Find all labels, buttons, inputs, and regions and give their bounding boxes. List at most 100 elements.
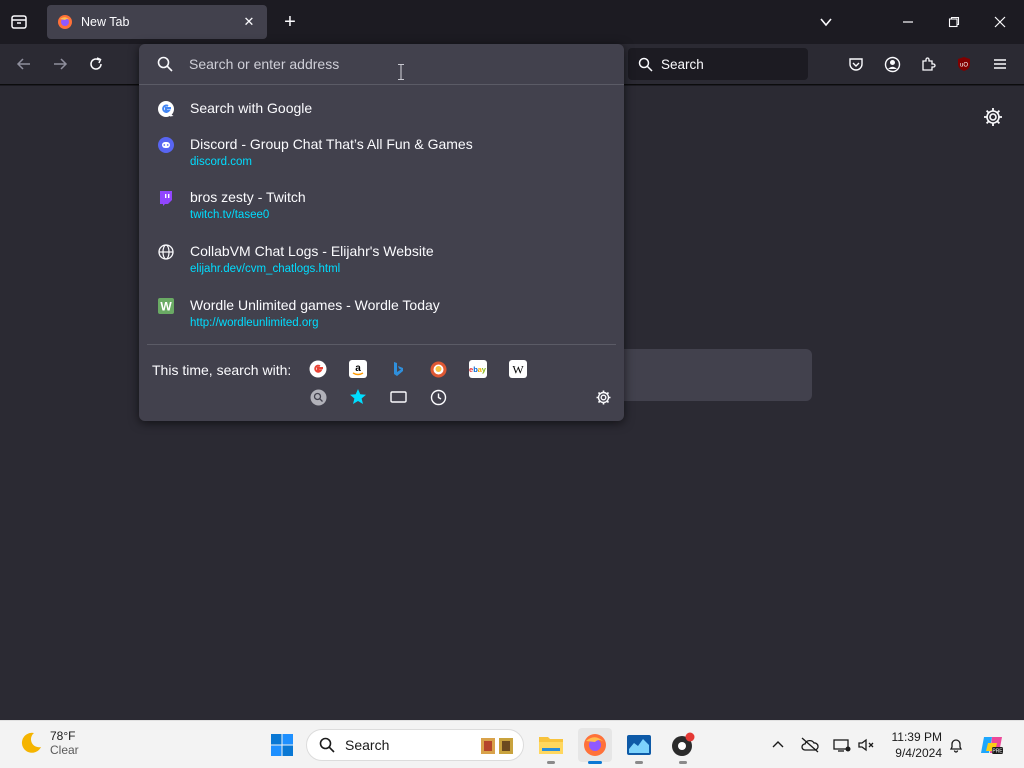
system-clock[interactable]: 11:39 PM 9/4/2024 bbox=[886, 729, 942, 761]
back-button[interactable] bbox=[12, 52, 36, 76]
result-url: discord.com bbox=[190, 156, 252, 168]
close-icon bbox=[994, 16, 1006, 28]
oneoff-wikipedia-button[interactable]: W bbox=[509, 360, 527, 378]
weather-condition: Clear bbox=[50, 743, 79, 757]
minimize-button[interactable] bbox=[896, 10, 920, 34]
arrow-left-icon bbox=[16, 58, 30, 70]
hamburger-menu-icon bbox=[994, 59, 1006, 69]
result-title: Search with Google bbox=[190, 100, 313, 116]
globe-icon bbox=[157, 243, 175, 261]
discord-icon bbox=[157, 136, 175, 154]
star-icon bbox=[350, 389, 366, 404]
oneoff-divider bbox=[147, 344, 616, 345]
reload-icon bbox=[90, 57, 102, 70]
gear-icon bbox=[596, 390, 610, 404]
dashboard-app-icon bbox=[627, 735, 651, 755]
extensions-button[interactable] bbox=[917, 53, 939, 75]
svg-text:a: a bbox=[355, 363, 361, 374]
oneoff-bing-button[interactable] bbox=[389, 360, 407, 378]
new-tab-search-bar[interactable] bbox=[600, 349, 812, 401]
volume-status[interactable] bbox=[852, 728, 880, 762]
app-menu-button[interactable] bbox=[989, 53, 1011, 75]
tab-new-tab[interactable]: New Tab ✕ bbox=[47, 5, 267, 39]
pocket-button[interactable] bbox=[845, 53, 867, 75]
volume-muted-icon bbox=[858, 738, 874, 752]
text-cursor-icon bbox=[398, 64, 404, 80]
oneoff-bookmarks-button[interactable] bbox=[349, 388, 367, 406]
tab-list-button[interactable] bbox=[8, 11, 30, 33]
urlbar-result-discord[interactable]: Discord - Group Chat That’s All Fun & Ga… bbox=[139, 136, 624, 176]
oneoff-ebay-button[interactable]: ebay bbox=[469, 360, 487, 378]
running-indicator bbox=[635, 761, 643, 764]
result-title: CollabVM Chat Logs - Elijahr's Website bbox=[190, 243, 434, 259]
show-hidden-icons-button[interactable] bbox=[764, 728, 792, 762]
search-highlight-icon bbox=[481, 738, 513, 754]
network-icon bbox=[833, 739, 851, 752]
restore-button[interactable] bbox=[942, 10, 966, 34]
search-icon bbox=[638, 57, 653, 72]
start-button[interactable] bbox=[265, 728, 299, 762]
taskbar-firefox[interactable] bbox=[578, 728, 612, 764]
new-tab-button[interactable]: + bbox=[279, 11, 301, 33]
copilot-button[interactable]: PRE bbox=[976, 728, 1008, 762]
oneoff-search-mode-button[interactable] bbox=[309, 388, 327, 406]
wikipedia-icon: W bbox=[512, 363, 524, 377]
recorder-app-icon bbox=[672, 732, 695, 756]
tab-close-button[interactable]: ✕ bbox=[241, 14, 257, 30]
search-icon bbox=[157, 56, 173, 72]
close-icon: ✕ bbox=[243, 14, 255, 29]
onedrive-status[interactable] bbox=[796, 728, 824, 762]
puzzle-icon bbox=[922, 57, 936, 71]
oneoff-tabs-button[interactable] bbox=[389, 388, 407, 406]
svg-text:W: W bbox=[160, 300, 172, 314]
reload-button[interactable] bbox=[84, 52, 108, 76]
tabs-icon bbox=[389, 391, 407, 403]
ebay-icon: ebay bbox=[469, 365, 487, 374]
svg-text:uO: uO bbox=[960, 63, 968, 69]
urlbar-result-collabvm[interactable]: CollabVM Chat Logs - Elijahr's Website e… bbox=[139, 243, 624, 283]
result-title: Wordle Unlimited games - Wordle Today bbox=[190, 297, 440, 313]
oneoff-search-label: This time, search with: bbox=[152, 362, 292, 378]
plus-icon: + bbox=[284, 10, 296, 33]
amazon-icon: a bbox=[352, 363, 364, 376]
google-icon bbox=[309, 360, 327, 378]
duckduckgo-icon bbox=[430, 361, 446, 377]
firefox-icon bbox=[584, 734, 606, 756]
close-window-button[interactable] bbox=[988, 10, 1012, 34]
taskbar-app-chart[interactable] bbox=[622, 728, 656, 764]
urlbar-result-twitch[interactable]: bros zesty - Twitch twitch.tv/tasee0 bbox=[139, 189, 624, 229]
firefox-icon bbox=[58, 15, 72, 29]
urlbar-result-wordle[interactable]: W Wordle Unlimited games - Wordle Today … bbox=[139, 297, 624, 337]
weather-widget[interactable]: 78°F Clear bbox=[18, 729, 79, 757]
address-bar-placeholder: Search or enter address bbox=[189, 56, 340, 72]
gear-icon bbox=[984, 108, 1002, 126]
clock-date: 9/4/2024 bbox=[895, 746, 942, 760]
account-button[interactable] bbox=[881, 53, 903, 75]
oneoff-duckduckgo-button[interactable] bbox=[429, 360, 447, 378]
svg-text:W: W bbox=[512, 363, 524, 377]
oneoff-history-button[interactable] bbox=[429, 388, 447, 406]
list-all-tabs-button[interactable] bbox=[815, 11, 837, 33]
tab-bar: New Tab ✕ + bbox=[0, 0, 1024, 44]
taskbar-app-record[interactable] bbox=[666, 728, 700, 764]
bing-icon bbox=[394, 362, 403, 376]
notifications-button[interactable] bbox=[942, 728, 970, 762]
twitch-icon bbox=[157, 189, 175, 207]
urlbar-result-search-google[interactable]: Search with Google bbox=[139, 100, 624, 124]
ublock-icon: uO bbox=[958, 57, 970, 71]
forward-button[interactable] bbox=[48, 52, 72, 76]
oneoff-amazon-button[interactable]: a bbox=[349, 360, 367, 378]
taskbar-search-label: Search bbox=[345, 737, 390, 753]
toolbar-search-box[interactable]: Search bbox=[628, 48, 808, 80]
urlbar-dropdown: Search or enter address Search with Goog… bbox=[139, 44, 624, 421]
oneoff-google-button[interactable] bbox=[309, 360, 327, 378]
google-icon bbox=[157, 100, 175, 118]
chevron-up-icon bbox=[772, 741, 784, 748]
taskbar-file-explorer[interactable] bbox=[534, 728, 568, 764]
personalize-settings-button[interactable] bbox=[982, 106, 1004, 128]
ublock-origin-button[interactable]: uO bbox=[953, 53, 975, 75]
address-bar-input[interactable]: Search or enter address bbox=[139, 44, 624, 85]
bell-icon bbox=[949, 739, 963, 753]
search-settings-button[interactable] bbox=[594, 388, 612, 406]
taskbar-search-box[interactable]: Search bbox=[306, 729, 524, 761]
